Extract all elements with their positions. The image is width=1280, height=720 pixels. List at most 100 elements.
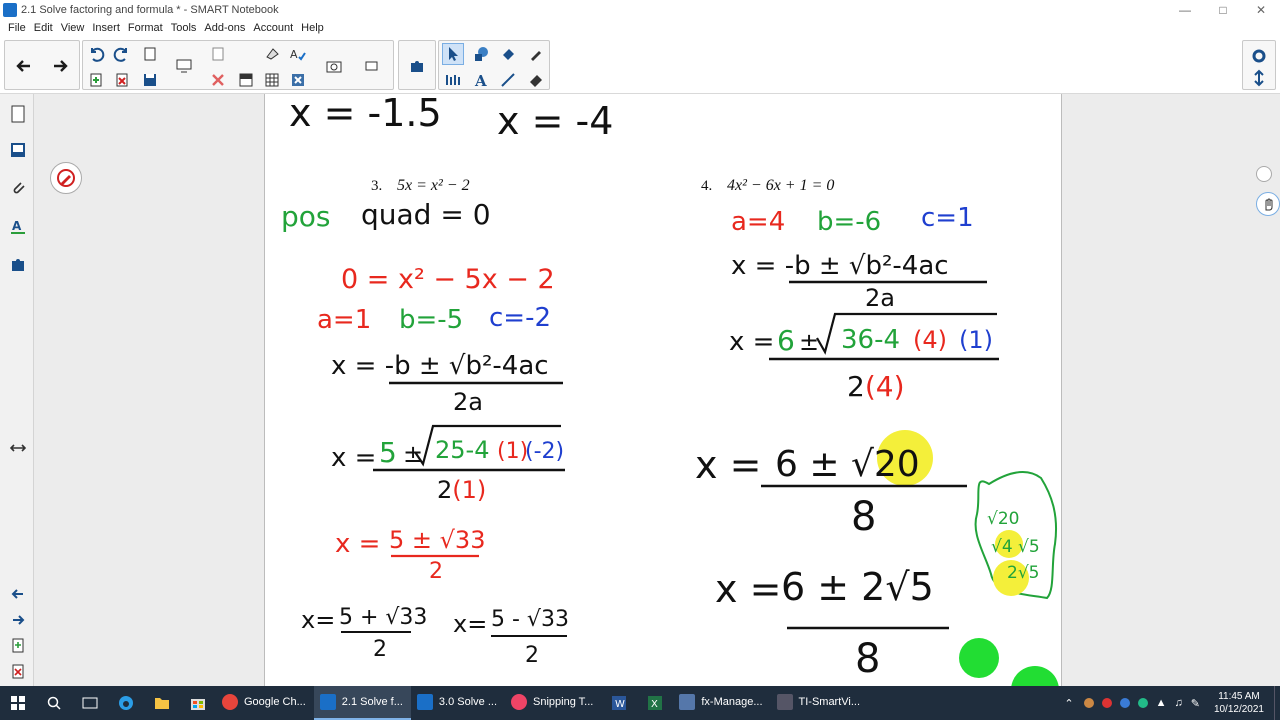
clear-icon — [292, 74, 304, 86]
menu-insert[interactable]: Insert — [88, 22, 124, 34]
taskbar-app-fx-manager[interactable]: fx-Manage... — [673, 686, 770, 720]
settings-button[interactable] — [1248, 45, 1270, 67]
nav-group — [4, 40, 80, 90]
p4-sub-denominator: 2(4) — [847, 370, 905, 403]
spell-check-button[interactable]: A — [287, 43, 309, 65]
windows-icon — [11, 696, 25, 710]
menu-format[interactable]: Format — [124, 22, 167, 34]
tray-overflow-icon[interactable]: ⌃ — [1064, 697, 1073, 710]
properties-tab[interactable]: A — [6, 214, 30, 238]
store-button[interactable] — [180, 686, 216, 720]
clear-button[interactable] — [287, 69, 309, 91]
text-tool-button[interactable]: A — [470, 69, 492, 91]
taskbar-app-notebook-active[interactable]: 2.1 Solve f... — [313, 686, 411, 720]
menu-help[interactable]: Help — [297, 22, 328, 34]
taskbar-app-chrome[interactable]: Google Ch... — [216, 686, 314, 720]
p4-step-x: x = — [695, 443, 761, 487]
page-sorter-tab[interactable] — [6, 102, 30, 126]
p3-sub-x: x = — [331, 443, 376, 473]
select-tool-button[interactable] — [442, 43, 464, 65]
addons-tab[interactable] — [6, 252, 30, 276]
sidebar-previous-button[interactable] — [6, 582, 30, 606]
addons-button[interactable] — [406, 55, 428, 77]
tray-app-icon[interactable] — [1083, 698, 1094, 708]
tray-wifi-icon[interactable]: ▲ — [1156, 697, 1167, 709]
maximize-button[interactable]: □ — [1204, 0, 1242, 20]
move-toolbar-button[interactable] — [1248, 67, 1270, 89]
clock[interactable]: 11:45 AM 10/12/2021 — [1204, 690, 1274, 716]
menu-account[interactable]: Account — [249, 22, 297, 34]
menu-file[interactable]: File — [4, 22, 30, 34]
delete-icon — [212, 74, 224, 86]
p3-answer1-x: x= — [301, 606, 335, 634]
notebook-page[interactable]: x = -1.5 x = -4 3. 5x = x² − 2 4. 4x² − … — [264, 94, 1062, 686]
cursor-icon — [449, 47, 458, 61]
word-button[interactable]: W — [601, 686, 637, 720]
previous-page-button[interactable] — [13, 55, 35, 77]
tray-pen-icon[interactable]: ✎ — [1191, 697, 1200, 710]
add-page-button[interactable] — [85, 69, 107, 91]
show-desktop-button[interactable] — [1274, 686, 1280, 720]
menu-edit[interactable]: Edit — [30, 22, 57, 34]
p4-final-x: x = — [715, 567, 781, 611]
shapes-tool-button[interactable] — [470, 43, 492, 65]
green-ink-blob-2 — [1011, 666, 1059, 686]
measure-icon — [446, 75, 460, 85]
menu-view[interactable]: View — [57, 22, 89, 34]
tray-volume-icon[interactable]: ♫ — [1174, 697, 1182, 709]
screen-shade-button[interactable] — [235, 69, 257, 91]
attachments-tab[interactable] — [6, 176, 30, 200]
touch-mode-button[interactable] — [1256, 192, 1280, 216]
sidebar-next-button[interactable] — [6, 608, 30, 632]
eraser-tool-button[interactable] — [525, 69, 547, 91]
menu-tools[interactable]: Tools — [167, 22, 201, 34]
svg-text:X: X — [651, 699, 658, 710]
line-tool-button[interactable] — [497, 69, 519, 91]
tray-update-icon[interactable] — [1137, 698, 1148, 708]
taskbar-search-button[interactable] — [36, 686, 72, 720]
redo-button[interactable] — [111, 43, 133, 65]
smart-notebook-icon — [3, 3, 17, 17]
document-camera-button[interactable] — [361, 55, 383, 77]
resize-arrows-icon — [10, 444, 26, 452]
fill-button[interactable] — [261, 43, 283, 65]
taskbar-app-ti-smartview[interactable]: TI-SmartVi... — [771, 686, 869, 720]
magic-pen-button[interactable] — [525, 43, 547, 65]
measure-tool-button[interactable] — [442, 69, 464, 91]
paste-button[interactable] — [207, 43, 229, 65]
screen-button[interactable] — [173, 55, 195, 77]
tray-mail-icon[interactable] — [1101, 698, 1112, 708]
folder-icon — [155, 698, 169, 709]
task-view-button[interactable] — [72, 686, 108, 720]
table-button[interactable] — [261, 69, 283, 91]
menu-addons[interactable]: Add-ons — [200, 22, 249, 34]
delete-button[interactable] — [207, 69, 229, 91]
minimize-button[interactable]: — — [1166, 0, 1204, 20]
arrow-right-icon — [13, 615, 25, 625]
start-button[interactable] — [0, 686, 36, 720]
workspace-left-margin — [34, 94, 264, 686]
delete-page-button[interactable] — [111, 69, 133, 91]
svg-text:A: A — [12, 219, 22, 233]
close-button[interactable]: ✕ — [1242, 0, 1280, 20]
taskbar-app-snipping[interactable]: Snipping T... — [505, 686, 601, 720]
green-ink-blob-1 — [959, 638, 999, 678]
taskbar-app-notebook-2[interactable]: 3.0 Solve ... — [411, 686, 505, 720]
tray-info-icon[interactable] — [1119, 698, 1130, 708]
camera-button[interactable] — [323, 55, 345, 77]
undo-button[interactable] — [85, 43, 107, 65]
delete-page-icon — [116, 73, 128, 87]
pen-tool-button[interactable] — [50, 162, 82, 194]
gallery-tab[interactable] — [6, 138, 30, 162]
edge-button[interactable] — [108, 686, 144, 720]
excel-button[interactable]: X — [637, 686, 673, 720]
new-page-button[interactable] — [139, 43, 161, 65]
sidebar-add-page-button[interactable] — [6, 634, 30, 658]
save-button[interactable] — [139, 69, 161, 91]
sidebar-delete-page-button[interactable] — [6, 660, 30, 684]
next-page-button[interactable] — [49, 55, 71, 77]
fill-tool-button[interactable] — [497, 43, 519, 65]
file-explorer-button[interactable] — [144, 686, 180, 720]
pointer-mode-button[interactable] — [1256, 166, 1272, 182]
resize-sidebar-handle[interactable] — [6, 436, 30, 460]
